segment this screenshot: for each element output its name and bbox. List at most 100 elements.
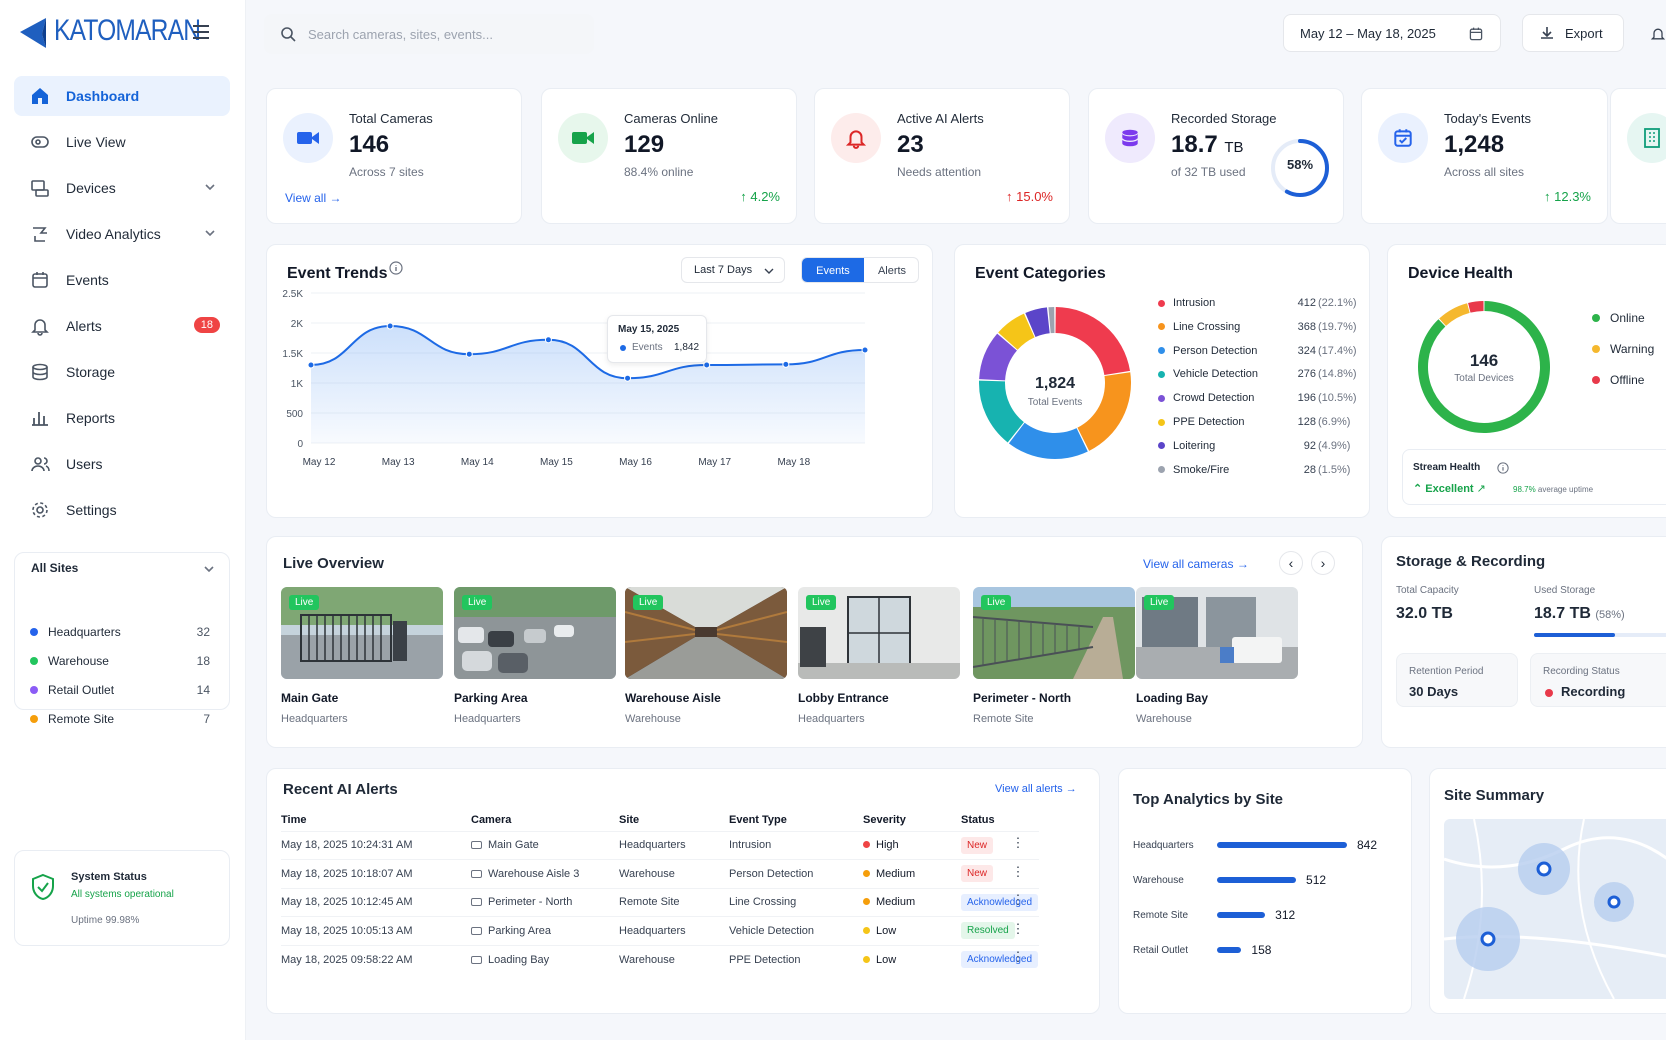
notification-bell-icon[interactable] — [1650, 24, 1666, 44]
legend-item[interactable]: Crowd Detection 196 (10.5%) — [1158, 390, 1357, 406]
legend-item[interactable]: PPE Detection 128 (6.9%) — [1158, 414, 1350, 430]
camera-thumbnail: Live — [1136, 587, 1298, 679]
date-range-picker[interactable]: May 12 – May 18, 2025 — [1283, 14, 1501, 52]
data-point[interactable] — [465, 350, 473, 358]
toggle-events[interactable]: Events — [802, 258, 864, 282]
table-row[interactable]: May 18, 2025 10:18:07 AM Warehouse Aisle … — [281, 859, 1039, 888]
view-all-cameras-link[interactable]: View all → — [285, 191, 341, 205]
camera-thumbnail: Live — [973, 587, 1135, 679]
nav-item-storage[interactable]: Storage — [14, 352, 230, 392]
site-bar[interactable] — [1217, 877, 1297, 883]
legend-item[interactable]: Intrusion 412 (22.1%) — [1158, 295, 1357, 311]
camera-tile[interactable]: Live Lobby Entrance Headquarters — [798, 587, 960, 725]
camera-tile[interactable]: Live Parking Area Headquarters — [454, 587, 616, 725]
nav-item-dashboard[interactable]: Dashboard — [14, 76, 230, 116]
row-more-menu-icon[interactable]: ⋮ — [1011, 922, 1025, 939]
nav-item-events[interactable]: Events — [14, 260, 230, 300]
data-point[interactable] — [307, 361, 315, 369]
home-icon — [32, 88, 48, 104]
data-point[interactable] — [861, 346, 869, 354]
legend-item[interactable]: Loitering 92 (4.9%) — [1158, 438, 1350, 454]
x-tick-label: May 18 — [777, 457, 810, 468]
legend-dot — [1158, 323, 1165, 331]
site-row[interactable]: Remote Site 7 — [30, 709, 210, 729]
data-point[interactable] — [624, 374, 632, 382]
camera-tile[interactable]: Live Warehouse Aisle Warehouse — [625, 587, 787, 725]
camera-tile[interactable]: Live Perimeter - North Remote Site — [973, 587, 1135, 725]
site-summary-card: Site Summary — [1429, 768, 1666, 1014]
health-slice[interactable] — [1439, 303, 1470, 326]
map-pin-icon[interactable] — [1607, 895, 1621, 909]
nav-label: Settings — [66, 502, 117, 518]
health-slice[interactable] — [1468, 301, 1484, 313]
legend-percent: (22.1%) — [1318, 297, 1357, 309]
event-trends-card: Event Trends Last 7 Days Events Alerts 0… — [266, 244, 933, 518]
toggle-alerts[interactable]: Alerts — [864, 258, 918, 282]
site-row[interactable]: Headquarters 32 — [30, 622, 210, 642]
site-bar-label: Retail Outlet — [1133, 945, 1189, 956]
nav-item-settings[interactable]: Settings — [14, 490, 230, 530]
legend-item[interactable]: Person Detection 324 (17.4%) — [1158, 343, 1357, 359]
site-bar[interactable] — [1217, 912, 1266, 918]
map-pin-icon[interactable] — [1480, 931, 1496, 947]
legend-item[interactable]: Vehicle Detection 276 (14.8%) — [1158, 366, 1357, 382]
nav-item-alerts[interactable]: Alerts 18 — [14, 306, 230, 346]
search-input[interactable]: Search cameras, sites, events... — [308, 27, 493, 42]
category-slice[interactable] — [1048, 307, 1055, 334]
view-all-cameras-link[interactable]: View all cameras → — [1143, 557, 1249, 571]
cell-camera: Loading Bay — [471, 944, 619, 974]
legend-count: 368 — [1297, 320, 1316, 333]
nav-item-devices[interactable]: Devices — [14, 168, 230, 208]
search-box[interactable]: Search cameras, sites, events... — [264, 14, 594, 54]
row-more-menu-icon[interactable]: ⋮ — [1011, 836, 1025, 853]
data-point[interactable] — [544, 336, 552, 344]
camera-name: Warehouse Aisle 3 — [488, 867, 580, 880]
table-row[interactable]: May 18, 2025 10:24:31 AM Main Gate Headqua… — [281, 830, 1039, 860]
calendar-icon — [1469, 27, 1483, 41]
site-bar[interactable] — [1217, 842, 1347, 848]
table-row[interactable]: May 18, 2025 10:12:45 AM Perimeter - Nort… — [281, 887, 1039, 917]
next-button[interactable]: › — [1311, 551, 1335, 575]
legend-item[interactable]: Smoke/Fire 28 (1.5%) — [1158, 462, 1350, 478]
row-more-menu-icon[interactable]: ⋮ — [1011, 893, 1025, 910]
shield-check-icon — [32, 873, 54, 901]
export-button[interactable]: Export — [1522, 14, 1624, 52]
row-more-menu-icon[interactable]: ⋮ — [1011, 865, 1025, 882]
kpi-sub: Across 7 sites — [349, 165, 424, 179]
nav-item-live-view[interactable]: Live View — [14, 122, 230, 162]
camera-small-icon — [471, 926, 482, 935]
row-more-menu-icon[interactable]: ⋮ — [1011, 950, 1025, 967]
site-row[interactable]: Warehouse 18 — [30, 651, 210, 671]
legend-item[interactable]: Line Crossing 368 (19.7%) — [1158, 319, 1357, 335]
map-pin-icon[interactable] — [1536, 861, 1552, 877]
nav-item-reports[interactable]: Reports — [14, 398, 230, 438]
category-slice[interactable] — [1055, 307, 1131, 375]
legend-dot — [1592, 345, 1600, 353]
table-row[interactable]: May 18, 2025 10:05:13 AM Parking Area Head… — [281, 916, 1039, 945]
nav-item-users[interactable]: Users — [14, 444, 230, 484]
kpi-icon-bg — [831, 113, 881, 163]
nav-item-video-analytics[interactable]: Video Analytics — [14, 214, 230, 254]
menu-icon[interactable] — [192, 24, 210, 40]
kpi-todays-events: Today's Events 1,248 Across all sites ↑ … — [1361, 88, 1608, 224]
camera-tile[interactable]: Live Loading Bay Warehouse — [1136, 587, 1298, 725]
bell-icon — [845, 130, 867, 149]
view-all-alerts-link[interactable]: View all alerts → — [995, 783, 1077, 795]
site-map[interactable] — [1444, 819, 1666, 999]
category-slice[interactable] — [1008, 422, 1088, 459]
chevron-down-icon[interactable] — [203, 563, 215, 575]
info-icon[interactable] — [389, 261, 403, 275]
data-point[interactable] — [386, 322, 394, 330]
data-point[interactable] — [703, 361, 711, 369]
cell-time: May 18, 2025 10:05:13 AM — [281, 916, 471, 945]
search-icon — [281, 27, 296, 42]
camera-small-icon — [471, 955, 482, 964]
site-row[interactable]: Retail Outlet 14 — [30, 680, 210, 700]
site-bar[interactable] — [1217, 947, 1242, 953]
prev-button[interactable]: ‹ — [1279, 551, 1303, 575]
info-icon[interactable] — [1497, 462, 1509, 474]
range-select[interactable]: Last 7 Days — [681, 257, 785, 283]
data-point[interactable] — [782, 360, 790, 368]
table-row[interactable]: May 18, 2025 09:58:22 AM Loading Bay Wareh… — [281, 944, 1039, 974]
camera-tile[interactable]: Live Main Gate Headquarters — [281, 587, 443, 725]
